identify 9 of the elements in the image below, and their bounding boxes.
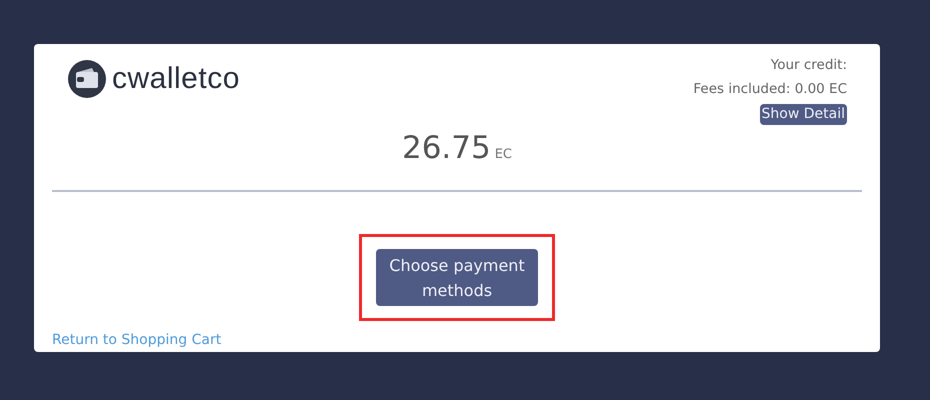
wallet-icon <box>68 60 106 98</box>
amount-unit: EC <box>494 147 512 162</box>
return-link[interactable]: Return to Shopping Cart <box>52 332 222 348</box>
amount-value: 26.75 <box>402 130 491 166</box>
brand-name: cwalletco <box>112 62 240 96</box>
payment-methods-button[interactable]: Choose payment methods <box>376 249 538 306</box>
credit-label: Your credit: <box>770 56 847 74</box>
show-detail-button[interactable]: Show Detail <box>760 104 847 125</box>
fees-text: Fees included: 0.00 EC <box>693 80 847 98</box>
